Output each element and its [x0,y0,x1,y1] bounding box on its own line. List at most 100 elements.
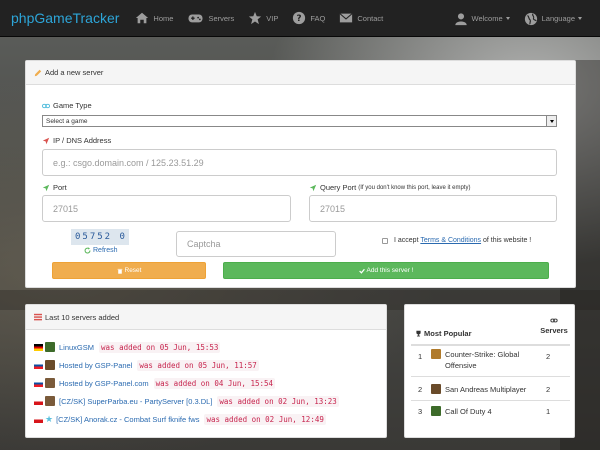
most-popular-title: Most Popular [424,329,472,338]
game-icon [45,342,55,352]
add-server-heading: Add a new server [26,61,575,85]
captcha-input[interactable]: Captcha [176,231,336,257]
most-popular-panel: Most Popular Servers 1 Counter-Strike: G… [404,304,575,438]
brand-logo[interactable]: phpGameTracker [11,10,119,26]
table-divider [411,344,570,346]
popular-game-name: Call Of Duty 4 [445,406,492,416]
game-icon [45,396,55,406]
server-link[interactable]: [CZ/SK] SuperParba.eu - PartyServer [0.3… [59,397,212,406]
popular-game-name: Counter-Strike: Global Offensive [445,350,520,370]
most-popular-header: Most Popular [415,329,472,338]
port-text: Port [53,183,67,192]
flag-cz-icon [34,397,43,405]
nav-welcome-dropdown[interactable]: Welcome [454,12,510,26]
port-placeholder: 27015 [53,203,79,214]
popular-game[interactable]: Counter-Strike: Global Offensive [431,349,543,371]
captcha-text: 05752 0 [75,232,127,242]
query-port-text: Query Port [320,183,357,192]
refresh-label: Refresh [93,247,118,254]
check-icon [358,268,365,274]
link-icon [550,318,558,323]
terms-checkbox[interactable] [382,238,388,244]
server-row: [CZ/SK] SuperParba.eu - PartyServer [0.3… [34,395,339,407]
location-arrow-icon [42,137,50,144]
nav-language-dropdown[interactable]: Language [524,12,582,26]
trash-icon [117,268,122,274]
table-divider [411,376,570,377]
nav-right-group: Welcome Language [454,0,582,37]
servers-column-header: Servers [539,317,569,335]
server-row: LinuxGSM was added on 05 Jun, 15:53 [34,341,221,353]
add-server-button[interactable]: Add this server ! [223,262,549,279]
reset-label: Reset [124,267,142,274]
address-input[interactable]: e.g.: csgo.domain.com / 125.23.51.29 [42,149,557,176]
popular-game-name: San Andreas Multiplayer [445,384,527,394]
address-text: IP / DNS Address [53,136,112,145]
server-row: ★ [CZ/SK] Anorak.cz - Combat Surf fknife… [34,413,326,425]
select-arrow[interactable] [546,116,556,126]
envelope-icon [339,13,353,23]
vip-star-icon: ★ [45,413,54,424]
refresh-icon [84,247,91,254]
nav-servers[interactable]: Servers [187,11,234,25]
game-icon [431,384,441,394]
terms-prefix: I accept [394,237,419,244]
pencil-icon [34,69,42,76]
game-type-select[interactable]: Select a game [42,115,557,127]
server-link[interactable]: Hosted by GSP-Panel.com [59,379,149,388]
last-servers-title: Last 10 servers added [45,312,120,322]
nav-home[interactable]: Home [135,11,173,25]
server-added-date: was added on 05 Jun, 11:57 [137,359,259,371]
add-server-title: Add a new server [45,68,104,77]
popular-game[interactable]: Call Of Duty 4 [431,406,543,416]
server-added-date: was added on 04 Jun, 15:54 [153,377,276,389]
game-select-value: Select a game [46,117,88,125]
game-icon [431,406,441,416]
address-label: IP / DNS Address [42,136,111,145]
list-icon [34,313,42,321]
last-servers-panel: Last 10 servers added LinuxGSM was added… [25,304,387,438]
server-added-date: was added on 05 Jun, 15:53 [99,341,221,353]
nav-language-label: Language [541,14,575,23]
address-placeholder: e.g.: csgo.domain.com / 125.23.51.29 [53,157,204,168]
query-port-input[interactable]: 27015 [309,195,557,222]
server-row: Hosted by GSP-Panel.com was added on 04 … [34,377,276,389]
reset-button[interactable]: Reset [52,262,206,279]
flag-cz-icon [34,415,43,423]
question-circle-icon: ? [293,11,306,25]
game-icon [45,360,55,370]
server-row: Hosted by GSP-Panel was added on 05 Jun,… [34,359,259,371]
table-divider [411,400,570,401]
captcha-refresh[interactable]: Refresh [84,247,118,254]
nav-faq-label: FAQ [310,13,326,23]
game-type-label: Game Type [42,101,92,110]
last-servers-heading: Last 10 servers added [26,305,386,330]
nav-vip-label: VIP [266,13,279,23]
query-port-note: (If you don't know this port, leave it e… [358,184,471,191]
nav-faq[interactable]: ? FAQ [292,11,325,25]
popular-server-count: 2 [546,352,551,361]
popular-server-count: 1 [546,407,551,416]
nav-welcome-label: Welcome [471,14,503,23]
svg-text:?: ? [297,14,302,24]
terms-link[interactable]: Terms & Conditions [420,237,481,244]
server-link[interactable]: Hosted by GSP-Panel [59,361,132,370]
nav-contact[interactable]: Contact [339,11,383,25]
terms-suffix: of this website ! [483,237,532,244]
query-port-placeholder: 27015 [320,203,346,214]
popular-game[interactable]: San Andreas Multiplayer [431,384,543,394]
server-link[interactable]: [CZ/SK] Anorak.cz - Combat Surf fknife f… [56,415,199,424]
add-server-label: Add this server ! [366,267,414,274]
game-icon [45,378,55,388]
nav-contact-label: Contact [357,13,384,23]
query-port-label: Query Port (If you don't know this port,… [309,183,470,192]
link-icon [42,103,50,108]
nav-home-label: Home [153,13,174,23]
server-link[interactable]: LinuxGSM [59,343,94,352]
popular-rank: 3 [418,407,423,416]
nav-vip[interactable]: VIP [248,11,278,25]
game-type-text: Game Type [53,101,92,110]
captcha-placeholder: Captcha [187,239,221,249]
terms-text: I accept Terms & Conditions of this webs… [394,237,531,244]
port-input[interactable]: 27015 [42,195,291,222]
